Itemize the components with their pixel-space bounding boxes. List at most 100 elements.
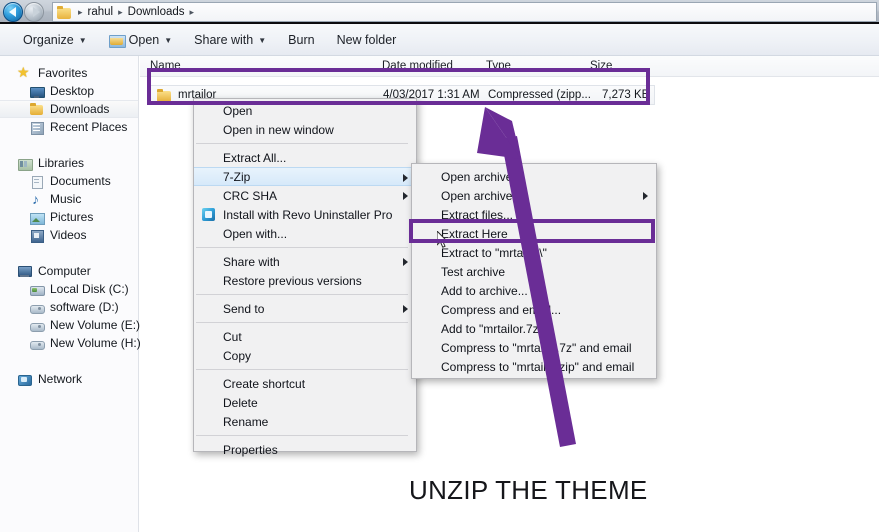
sidebar-label-pictures: Pictures	[50, 210, 94, 224]
breadcrumb-rahul[interactable]: rahul	[88, 6, 114, 18]
menu-label: Test archive	[441, 264, 506, 279]
sidebar-label-new-volume-h: New Volume (H:)	[50, 336, 141, 350]
share-with-button[interactable]: Share with ▼	[183, 28, 277, 52]
sidebar-label-videos: Videos	[50, 228, 87, 242]
burn-button[interactable]: Burn	[277, 28, 325, 52]
column-header-size[interactable]: Size	[590, 60, 612, 72]
music-note-icon	[30, 191, 44, 207]
sidebar-item-downloads[interactable]: Downloads	[0, 100, 138, 118]
menu-label: Compress and email...	[441, 302, 562, 317]
chevron-down-icon: ▼	[164, 35, 173, 45]
menu-label: Open archive	[441, 188, 513, 203]
sidebar-item-recent-places[interactable]: Recent Places	[0, 118, 138, 136]
column-header-name[interactable]: Name	[150, 60, 181, 72]
menu-item-rename[interactable]: Rename	[194, 412, 416, 431]
sidebar-item-libraries[interactable]: Libraries	[0, 154, 138, 172]
menu-label: Extract files...	[441, 207, 514, 222]
sidebar-item-music[interactable]: Music	[0, 190, 138, 208]
submenu-item-extract-to-folder[interactable]: Extract to "mrtailor\"	[412, 243, 656, 262]
caption-text: UNZIP THE THEME	[409, 475, 648, 505]
column-header-row: Name Date modified Type Size	[140, 56, 879, 77]
breadcrumb-downloads[interactable]: Downloads	[128, 6, 185, 18]
sidebar-item-computer[interactable]: Computer	[0, 262, 138, 280]
sidebar-label-computer: Computer	[38, 264, 91, 278]
menu-label: Restore previous versions	[223, 273, 362, 288]
sidebar-item-desktop[interactable]: Desktop	[0, 82, 138, 100]
column-header-type[interactable]: Type	[486, 60, 511, 72]
navigation-pane: Favorites Desktop Downloads Recent Place…	[0, 56, 141, 532]
file-size-cell: 7,273 KB	[602, 89, 650, 101]
drive-icon	[30, 301, 45, 314]
revo-uninstaller-icon	[202, 208, 215, 221]
sidebar-label-libraries: Libraries	[38, 156, 85, 170]
new-folder-button[interactable]: New folder	[326, 28, 408, 52]
menu-separator	[196, 294, 408, 295]
menu-label: Properties	[223, 442, 278, 457]
menu-label: CRC SHA	[223, 188, 278, 203]
menu-item-open[interactable]: Open	[194, 101, 416, 120]
sidebar-item-local-disk-c[interactable]: Local Disk (C:)	[0, 280, 138, 298]
menu-item-copy[interactable]: Copy	[194, 346, 416, 365]
forward-button[interactable]	[24, 2, 44, 22]
sidebar-item-software-d[interactable]: software (D:)	[0, 298, 138, 316]
menu-item-restore-previous-versions[interactable]: Restore previous versions	[194, 271, 416, 290]
submenu-item-extract-files[interactable]: Extract files...	[412, 205, 656, 224]
menu-item-crc-sha[interactable]: CRC SHA	[194, 186, 416, 205]
submenu-item-extract-here[interactable]: Extract Here	[412, 224, 656, 243]
burn-label: Burn	[288, 32, 315, 47]
submenu-arrow-icon	[643, 192, 648, 200]
explorer-title-chrome: ▸ rahul ▸ Downloads ▸	[0, 0, 879, 24]
menu-label: Compress to "mrtailor.7z" and email	[441, 340, 632, 355]
column-header-date-modified[interactable]: Date modified	[382, 60, 453, 72]
menu-item-properties[interactable]: Properties	[194, 440, 416, 459]
sidebar-label-recent-places: Recent Places	[50, 120, 128, 134]
submenu-arrow-icon	[403, 305, 408, 313]
menu-item-extract-all[interactable]: Extract All...	[194, 148, 416, 167]
open-button[interactable]: Open ▼	[98, 28, 184, 52]
archive-folder-icon	[157, 88, 171, 102]
submenu-item-compress-7z-and-email[interactable]: Compress to "mrtailor.7z" and email	[412, 338, 656, 357]
submenu-item-open-archive-with[interactable]: Open archive	[412, 186, 656, 205]
picture-icon	[30, 211, 45, 225]
menu-item-delete[interactable]: Delete	[194, 393, 416, 412]
submenu-item-test-archive[interactable]: Test archive	[412, 262, 656, 281]
folder-icon	[57, 5, 71, 19]
hard-disk-icon	[30, 283, 45, 296]
sevenzip-submenu: Open archive Open archive Extract files.…	[411, 163, 657, 379]
menu-label: Cut	[223, 329, 242, 344]
submenu-item-compress-zip-and-email[interactable]: Compress to "mrtailor.zip" and email	[412, 357, 656, 376]
menu-item-install-with-revo[interactable]: Install with Revo Uninstaller Pro	[194, 205, 416, 224]
menu-item-create-shortcut[interactable]: Create shortcut	[194, 374, 416, 393]
document-icon	[30, 175, 44, 189]
menu-item-share-with[interactable]: Share with	[194, 252, 416, 271]
sidebar-label-downloads: Downloads	[50, 102, 110, 116]
menu-item-cut[interactable]: Cut	[194, 327, 416, 346]
organize-button[interactable]: Organize ▼	[12, 28, 98, 52]
back-button[interactable]	[3, 2, 23, 22]
sidebar-item-pictures[interactable]: Pictures	[0, 208, 138, 226]
desktop-icon	[30, 85, 45, 98]
chevron-down-icon: ▼	[258, 35, 267, 45]
sidebar-item-favorites[interactable]: Favorites	[0, 64, 138, 82]
menu-label: Extract Here	[441, 226, 508, 241]
menu-item-send-to[interactable]: Send to	[194, 299, 416, 318]
submenu-item-open-archive[interactable]: Open archive	[412, 167, 656, 186]
nav-group-network: Network	[0, 370, 138, 388]
new-folder-label: New folder	[336, 32, 397, 47]
submenu-item-compress-and-email[interactable]: Compress and email...	[412, 300, 656, 319]
sidebar-item-videos[interactable]: Videos	[0, 226, 138, 244]
submenu-arrow-icon	[403, 174, 408, 182]
sidebar-item-new-volume-h[interactable]: New Volume (H:)	[0, 334, 141, 352]
menu-item-open-in-new-window[interactable]: Open in new window	[194, 120, 416, 139]
menu-separator	[196, 369, 408, 370]
submenu-item-add-to-7z[interactable]: Add to "mrtailor.7z"	[412, 319, 656, 338]
sidebar-item-documents[interactable]: Documents	[0, 172, 138, 190]
sidebar-item-new-volume-e[interactable]: New Volume (E:)	[0, 316, 140, 334]
address-bar[interactable]: ▸ rahul ▸ Downloads ▸	[52, 2, 877, 22]
folder-icon	[30, 102, 44, 116]
menu-item-open-with[interactable]: Open with...	[194, 224, 416, 243]
sidebar-item-network[interactable]: Network	[0, 370, 138, 388]
submenu-item-add-to-archive[interactable]: Add to archive...	[412, 281, 656, 300]
menu-item-7-zip[interactable]: 7-Zip	[194, 167, 416, 186]
